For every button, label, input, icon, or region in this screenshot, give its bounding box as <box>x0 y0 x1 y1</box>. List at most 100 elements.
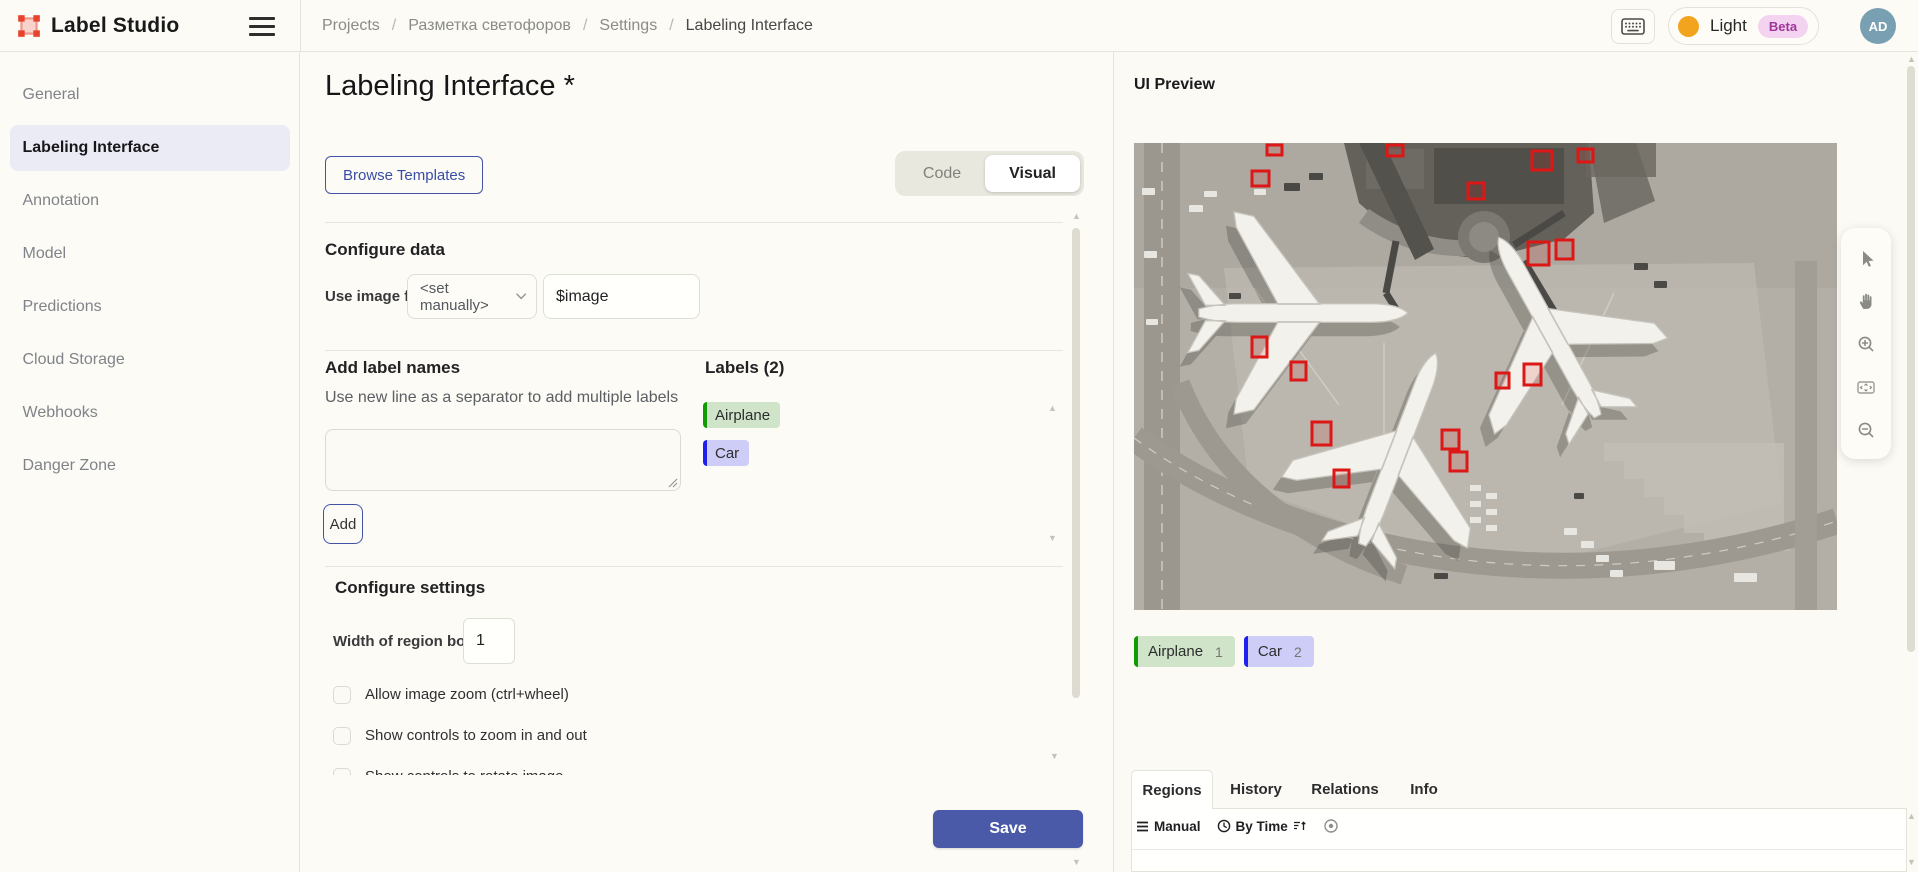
save-button[interactable]: Save <box>933 810 1083 848</box>
page-title: Labeling Interface * <box>325 70 575 103</box>
sort-order-icon <box>1293 820 1307 832</box>
cursor-icon <box>1856 248 1876 268</box>
checkbox-image-zoom[interactable] <box>333 686 351 704</box>
checkbox-row-image-zoom[interactable]: Allow image zoom (ctrl+wheel) <box>333 674 853 715</box>
zoom-out-button[interactable] <box>1846 408 1886 451</box>
tab-history[interactable]: History <box>1213 770 1299 808</box>
toggle-option-code[interactable]: Code <box>899 155 985 192</box>
fit-screen-button[interactable] <box>1846 365 1886 408</box>
image-toolbar <box>1841 228 1891 459</box>
checkbox-zoom-controls[interactable] <box>333 727 351 745</box>
toggle-option-visual[interactable]: Visual <box>985 155 1080 192</box>
avatar[interactable]: AD <box>1860 8 1896 44</box>
checkbox-row-zoom-controls[interactable]: Show controls to zoom in and out <box>333 715 853 756</box>
chevron-down-icon <box>516 293 526 300</box>
hotkey-chip-airplane[interactable]: Airplane 1 <box>1134 636 1235 667</box>
labels-count-heading: Labels (2) <box>705 358 784 378</box>
label-chip-car[interactable]: Car <box>703 440 749 466</box>
checkbox-label: Allow image zoom (ctrl+wheel) <box>365 686 569 703</box>
divider <box>325 350 1063 351</box>
settings-scroll-down-icon[interactable]: ▼ <box>1050 752 1059 761</box>
main-scroll-up-icon[interactable]: ▲ <box>1072 212 1081 221</box>
eye-icon <box>1323 818 1339 834</box>
select-tool-button[interactable] <box>1846 236 1886 279</box>
breadcrumb-separator: / <box>392 17 396 35</box>
label-item-airplane: Airplane <box>703 402 780 428</box>
tab-regions[interactable]: Regions <box>1131 770 1213 809</box>
sidebar-item-annotation[interactable]: Annotation <box>10 178 290 224</box>
preview-image[interactable] <box>1134 143 1837 610</box>
region-border-width-input[interactable] <box>463 618 515 664</box>
toggle-visibility-button[interactable] <box>1323 818 1339 834</box>
settings-sidebar: General Labeling Interface Annotation Mo… <box>0 52 300 872</box>
breadcrumb-settings[interactable]: Settings <box>599 17 657 35</box>
order-by-time[interactable]: By Time <box>1217 819 1307 834</box>
pan-tool-button[interactable] <box>1846 279 1886 322</box>
sidebar-item-model[interactable]: Model <box>10 231 290 277</box>
page-scrollbar[interactable] <box>1907 66 1915 652</box>
configure-data-heading: Configure data <box>325 240 445 260</box>
configure-settings-heading: Configure settings <box>335 578 485 598</box>
tab-info[interactable]: Info <box>1391 770 1457 808</box>
code-visual-toggle: Code Visual <box>895 151 1084 196</box>
label-chip-airplane[interactable]: Airplane <box>703 402 780 428</box>
sidebar-item-danger-zone[interactable]: Danger Zone <box>10 443 290 489</box>
zoom-in-button[interactable] <box>1846 322 1886 365</box>
image-source-select[interactable]: <set manually> <box>407 274 537 319</box>
hotkey-labels: Airplane 1 Car 2 <box>1134 636 1314 667</box>
sidebar-item-labeling-interface[interactable]: Labeling Interface <box>10 125 290 171</box>
hotkey-number: 1 <box>1215 644 1223 660</box>
breadcrumb-project-name[interactable]: Разметка светофоров <box>408 17 571 35</box>
group-by-manual[interactable]: Manual <box>1136 819 1201 834</box>
regions-divider <box>1132 849 1904 850</box>
add-label-names-heading: Add label names <box>325 358 460 378</box>
browse-templates-button[interactable]: Browse Templates <box>325 156 483 194</box>
main-scrollbar[interactable] <box>1072 228 1080 698</box>
ui-preview-panel: UI Preview <box>1113 52 1918 872</box>
labels-scroll-down-icon[interactable]: ▼ <box>1048 534 1057 543</box>
add-labels-hint: Use new line as a separator to add multi… <box>325 389 678 407</box>
hotkey-number: 2 <box>1294 644 1302 660</box>
regions-toolbar: Manual By Time <box>1136 818 1339 834</box>
regions-scroll-up-icon[interactable]: ▲ <box>1907 812 1916 821</box>
group-by-label: Manual <box>1154 819 1201 834</box>
labels-scroll-up-icon[interactable]: ▲ <box>1048 404 1057 413</box>
sidebar-item-predictions[interactable]: Predictions <box>10 284 290 330</box>
sidebar-item-cloud-storage[interactable]: Cloud Storage <box>10 337 290 383</box>
clock-icon <box>1217 819 1231 833</box>
zoom-in-icon <box>1856 334 1876 354</box>
tab-relations[interactable]: Relations <box>1299 770 1391 808</box>
divider <box>325 222 1063 223</box>
labeling-interface-settings: Labeling Interface * Browse Templates Co… <box>300 52 1113 872</box>
sidebar-item-webhooks[interactable]: Webhooks <box>10 390 290 436</box>
label-item-car: Car <box>703 440 749 466</box>
theme-toggle[interactable]: Light Beta <box>1668 7 1819 45</box>
regions-scroll-down-icon[interactable]: ▼ <box>1907 858 1916 867</box>
divider <box>325 566 1063 567</box>
hotkey-chip-car[interactable]: Car 2 <box>1244 636 1314 667</box>
breadcrumb-current-page: Labeling Interface <box>686 17 813 35</box>
breadcrumb-separator: / <box>583 17 587 35</box>
app-logo[interactable]: Label Studio <box>16 0 179 52</box>
image-variable-input[interactable] <box>543 274 700 319</box>
label-names-input[interactable] <box>325 429 681 491</box>
hamburger-menu-icon[interactable] <box>249 13 279 39</box>
breadcrumb-projects[interactable]: Projects <box>322 17 380 35</box>
header-divider <box>300 0 301 52</box>
ui-preview-heading: UI Preview <box>1134 76 1215 94</box>
checkbox-row-rotate-controls[interactable]: Show controls to rotate image <box>333 756 853 775</box>
sidebar-item-general[interactable]: General <box>10 72 290 118</box>
breadcrumb: Projects / Разметка светофоров / Setting… <box>322 0 813 52</box>
annotation-tabs: Regions History Relations Info <box>1131 770 1457 808</box>
label-studio-logo-icon <box>16 13 42 39</box>
keyboard-shortcuts-button[interactable] <box>1611 9 1655 44</box>
theme-label: Light <box>1710 16 1747 36</box>
main-scroll-down-icon[interactable]: ▼ <box>1072 858 1081 867</box>
add-label-button[interactable]: Add <box>323 504 363 544</box>
page-scroll-up-icon[interactable]: ▲ <box>1907 55 1916 64</box>
breadcrumb-separator: / <box>669 17 673 35</box>
image-source-value: <set manually> <box>420 280 516 314</box>
fit-screen-icon <box>1855 377 1877 397</box>
settings-checkbox-list: Allow image zoom (ctrl+wheel) Show contr… <box>333 674 853 775</box>
checkbox-rotate-controls[interactable] <box>333 768 351 776</box>
